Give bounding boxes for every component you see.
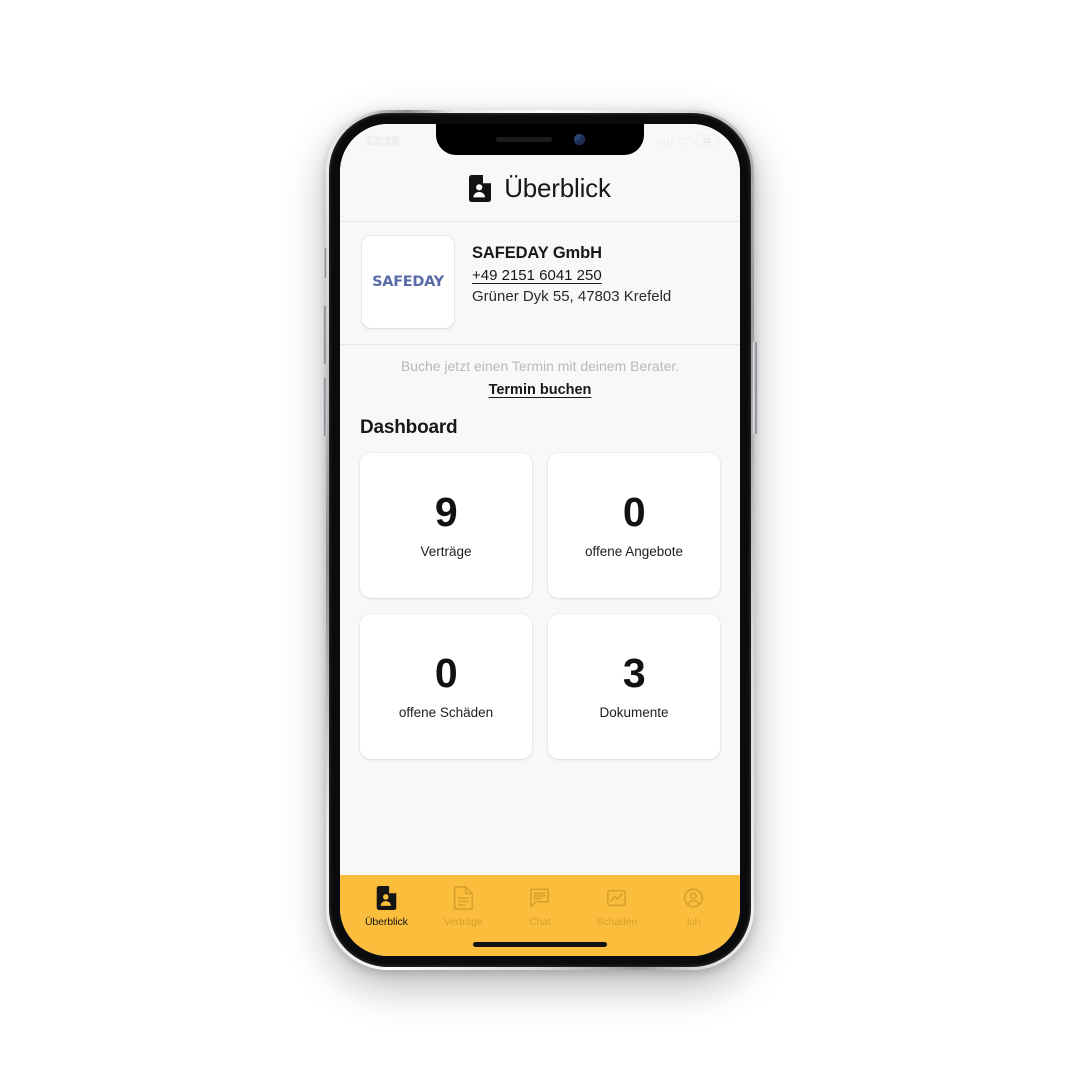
- home-indicator[interactable]: [473, 942, 607, 947]
- tab-vertraege[interactable]: Verträge: [425, 886, 502, 928]
- document-person-icon: [376, 886, 397, 910]
- booking-hint: Buche jetzt einen Termin mit deinem Bera…: [400, 358, 680, 374]
- tab-label: Überblick: [364, 916, 408, 928]
- stat-card-offene-schaeden[interactable]: 0 offene Schäden: [360, 614, 532, 759]
- volume-down-button[interactable]: [322, 378, 327, 436]
- document-lines-icon: [453, 886, 473, 910]
- document-person-icon: [469, 175, 492, 202]
- notch: [436, 124, 644, 155]
- company-name: SAFEDAY GmbH: [472, 244, 602, 262]
- stat-label: offene Schäden: [398, 705, 494, 720]
- stat-label: Verträge: [420, 544, 472, 559]
- person-circle-icon: [683, 888, 704, 908]
- stat-value: 0: [434, 650, 458, 696]
- contact-details: SAFEDAY GmbH +49 2151 6041 250 Grüner Dy…: [472, 236, 671, 305]
- volume-up-button[interactable]: [322, 306, 327, 364]
- stat-value: 9: [434, 489, 458, 535]
- phone-screen: 13:19 32 Überblick SAFEDAY SAFEDAY GmbH …: [340, 124, 740, 956]
- tab-label: Ich: [686, 916, 701, 928]
- tab-schaeden[interactable]: Schäden: [578, 886, 655, 928]
- stat-value: 0: [622, 489, 646, 535]
- power-button[interactable]: [753, 342, 758, 434]
- status-bar-indicators: 32: [658, 135, 721, 146]
- tab-label: Chat: [529, 916, 551, 928]
- tab-ich[interactable]: Ich: [655, 886, 732, 928]
- wifi-icon: [678, 136, 691, 146]
- battery-level-label: 32: [702, 136, 712, 145]
- dashboard-title: Dashboard: [360, 417, 458, 438]
- earpiece-speaker-icon: [495, 137, 552, 142]
- screenshot-stage: 13:19 32 Überblick SAFEDAY SAFEDAY GmbH …: [0, 0, 1080, 1080]
- company-address: Grüner Dyk 55, 47803 Krefeld: [472, 288, 672, 305]
- tab-label: Schäden: [596, 916, 638, 928]
- stat-label: offene Angebote: [584, 544, 684, 559]
- contact-card: SAFEDAY SAFEDAY GmbH +49 2151 6041 250 G…: [340, 222, 740, 345]
- status-bar-time: 13:19: [366, 133, 399, 148]
- chart-frame-icon: [607, 889, 627, 907]
- home-indicator-area: [348, 928, 732, 956]
- tab-chat[interactable]: Chat: [502, 886, 579, 928]
- book-appointment-link[interactable]: Termin buchen: [489, 382, 592, 398]
- front-camera-icon: [573, 134, 585, 145]
- stat-value: 3: [622, 650, 646, 696]
- company-phone-link[interactable]: +49 2151 6041 250: [472, 267, 671, 284]
- dashboard-grid: 9 Verträge 0 offene Angebote 0 offene Sc…: [360, 453, 720, 759]
- stat-card-dokumente[interactable]: 3 Dokumente: [548, 614, 720, 759]
- booking-section: Buche jetzt einen Termin mit deinem Bera…: [340, 345, 740, 413]
- battery-icon: 32: [696, 135, 721, 146]
- chat-bubble-icon: [530, 888, 550, 908]
- company-logo: SAFEDAY: [362, 236, 454, 328]
- stat-card-offene-angebote[interactable]: 0 offene Angebote: [548, 453, 720, 598]
- tab-label: Verträge: [443, 916, 483, 928]
- silence-switch[interactable]: [323, 248, 327, 278]
- signal-bars-icon: [658, 135, 673, 146]
- stat-card-vertraege[interactable]: 9 Verträge: [360, 453, 532, 598]
- tab-list: Überblick Verträge Chat Schäden Ich: [348, 886, 732, 928]
- dashboard-section: Dashboard 9 Verträge 0 offene Angebote 0: [340, 413, 740, 875]
- stat-label: Dokumente: [599, 705, 669, 720]
- page-title: Überblick: [504, 173, 611, 203]
- phone-bezel: 13:19 32 Überblick SAFEDAY SAFEDAY GmbH …: [329, 113, 751, 967]
- company-logo-text: SAFEDAY: [372, 274, 444, 290]
- tab-ueberblick[interactable]: Überblick: [348, 886, 425, 928]
- app-header: Überblick: [340, 157, 740, 222]
- bottom-tab-bar: Überblick Verträge Chat Schäden Ich: [340, 875, 740, 956]
- phone-device-frame: 13:19 32 Überblick SAFEDAY SAFEDAY GmbH …: [322, 110, 758, 970]
